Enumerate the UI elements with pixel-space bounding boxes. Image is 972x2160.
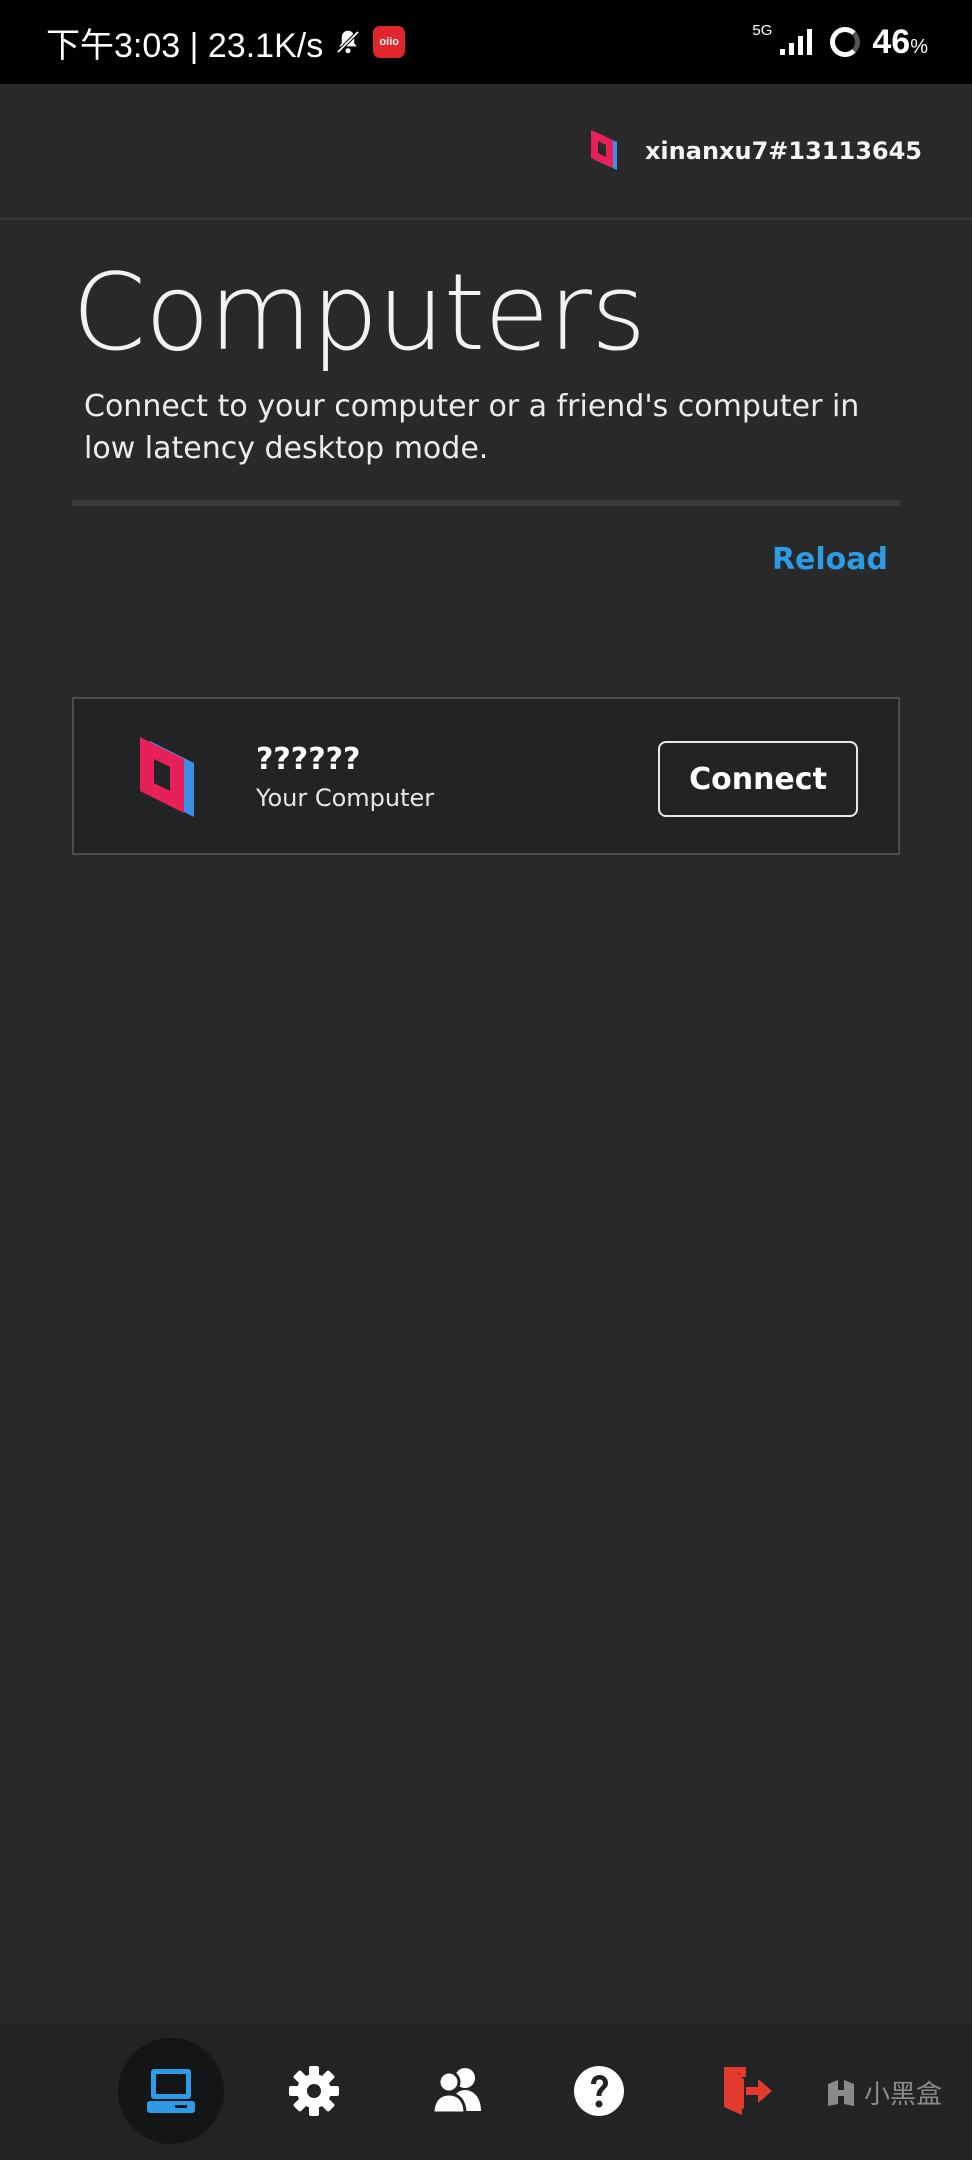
network-type: 5G — [752, 21, 773, 39]
logout-icon — [724, 2067, 772, 2115]
app-header: xinanxu7#13113645 — [0, 84, 972, 220]
muted-bell-icon — [336, 30, 360, 54]
divider — [72, 500, 900, 506]
watermark-logo-icon — [827, 2079, 854, 2106]
username-label[interactable]: xinanxu7#13113645 — [645, 137, 922, 165]
nav-help[interactable] — [546, 2038, 652, 2144]
computer-name: ?????? — [256, 742, 361, 777]
computer-info: ?????? Your Computer — [256, 743, 434, 815]
bottom-nav: 小黑盒 — [0, 2024, 972, 2160]
app-notification-icon: oiio — [373, 26, 406, 58]
nav-computers[interactable] — [118, 2038, 224, 2144]
status-left: 下午3:03 | 23.1K/s oiio — [46, 18, 406, 67]
nav-settings[interactable] — [261, 2038, 367, 2144]
watermark-text: 小黑盒 — [863, 2080, 942, 2110]
computer-card: ?????? Your Computer Connect — [72, 697, 900, 855]
battery-ring-icon — [830, 27, 861, 57]
computer-subtitle: Your Computer — [256, 784, 435, 812]
signal-icon — [780, 29, 813, 55]
reload-button[interactable]: Reload — [772, 542, 888, 577]
connect-button[interactable]: Connect — [658, 741, 858, 817]
help-icon — [574, 2066, 624, 2116]
page-description: Connect to your computer or a friend's c… — [84, 389, 860, 466]
status-bar: 下午3:03 | 23.1K/s oiio 5G 46% — [0, 0, 972, 84]
computer-logo-icon — [140, 737, 194, 817]
nav-logout[interactable] — [693, 2038, 799, 2144]
battery-level: 46% — [872, 22, 928, 61]
computer-icon — [147, 2069, 195, 2113]
friends-icon — [431, 2068, 481, 2115]
status-time-speed: 下午3:03 | 23.1K/s — [46, 26, 324, 65]
parsec-logo-icon[interactable] — [587, 128, 621, 174]
page-title: Computers — [72, 251, 646, 374]
gear-icon — [289, 2066, 339, 2116]
status-right: 5G 46% — [752, 21, 928, 62]
nav-friends[interactable] — [404, 2038, 510, 2144]
watermark: 小黑盒 — [824, 2074, 942, 2111]
